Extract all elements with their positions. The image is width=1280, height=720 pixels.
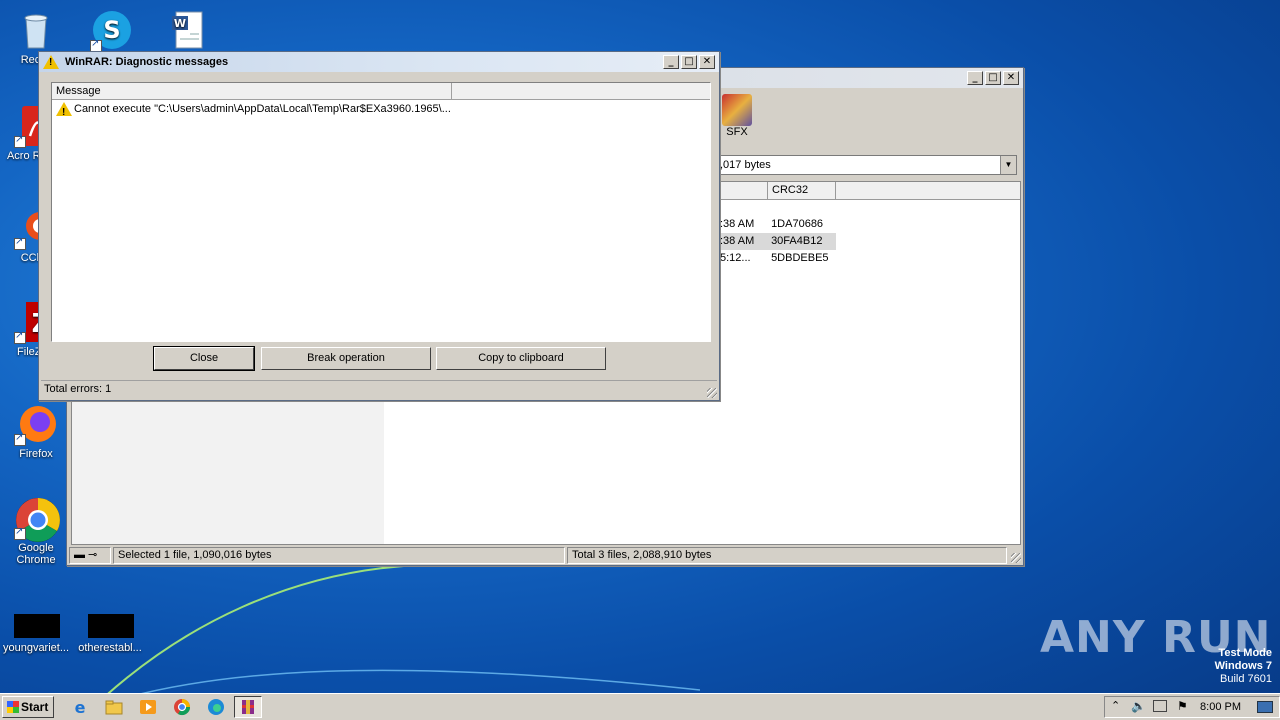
break-operation-button[interactable]: Break operation (261, 347, 431, 370)
clock[interactable]: 8:00 PM (1200, 697, 1241, 717)
flag-icon[interactable]: ⚑ (1177, 699, 1188, 713)
desktop-icon-label: otherestabl... (78, 642, 142, 654)
close-button[interactable]: Close (153, 346, 255, 371)
column-header-message[interactable]: Message (52, 83, 452, 99)
cell-time: :38 AM (720, 218, 755, 230)
sfx-label: SFX (726, 126, 748, 138)
desktop-icon-firefox[interactable]: Firefox (0, 402, 72, 460)
svg-text:S: S (103, 16, 120, 44)
maximize-button[interactable]: □ (681, 55, 697, 69)
cell-crc: 30FA4B12 (771, 235, 823, 247)
speaker-icon[interactable]: 🔈 (1131, 699, 1146, 713)
shortcut-arrow-icon (14, 526, 26, 540)
network-icon[interactable] (1153, 700, 1167, 712)
winrar-icon (242, 700, 254, 714)
recycle-bin-icon (14, 8, 58, 52)
test-mode-watermark: Test Mode Windows 7 Build 7601 (1215, 647, 1272, 686)
message-row[interactable]: Cannot execute "C:\Users\admin\AppData\L… (52, 100, 710, 122)
ie-icon[interactable]: e (70, 698, 90, 717)
resize-grip-icon[interactable] (707, 388, 717, 398)
dialog-status: Total errors: 1 (41, 380, 717, 398)
table-row[interactable]: 5:12... 5DBDEBE5 (720, 250, 836, 267)
show-desktop-icon[interactable] (1257, 701, 1273, 713)
warning-icon (43, 55, 59, 69)
desktop-icon-file-youngvariet[interactable]: youngvariet... (0, 614, 72, 654)
shortcut-arrow-icon (14, 134, 26, 148)
file-icon (88, 614, 134, 640)
desktop-icon-label: youngvariet... (2, 642, 70, 654)
column-header-blank (836, 182, 1020, 200)
close-button[interactable]: ✕ (1003, 71, 1019, 85)
windows-logo-icon (7, 701, 19, 713)
path-combobox[interactable]: ,017 bytes ▼ (715, 155, 1017, 175)
desktop-icon-label: Google Chrome (16, 542, 56, 566)
chrome-icon (14, 496, 60, 542)
chevron-up-icon[interactable]: ⌃ (1111, 699, 1120, 712)
column-header-crc32[interactable]: CRC32 (768, 182, 836, 200)
column-header-modified[interactable] (720, 182, 768, 200)
watermark-line2: Windows 7 (1214, 660, 1272, 672)
edge-icon[interactable] (206, 698, 226, 716)
skype-icon: S (90, 8, 134, 52)
word-document-icon: W (166, 8, 210, 52)
message-text: Cannot execute "C:\Users\admin\AppData\L… (74, 103, 451, 115)
dialog-titlebar[interactable]: WinRAR: Diagnostic messages _ □ ✕ (39, 52, 719, 72)
firefox-icon (14, 402, 58, 446)
dialog-title: WinRAR: Diagnostic messages (65, 56, 229, 68)
watermark-line3: Build 7601 (1220, 673, 1272, 685)
cell-time: :38 AM (720, 235, 755, 247)
warning-icon (56, 102, 72, 122)
explorer-icon[interactable] (104, 698, 124, 716)
watermark-line1: Test Mode (1218, 647, 1272, 659)
toolbar-sfx-button[interactable]: SFX (717, 94, 757, 138)
system-tray: ⌃ 🔈 ⚑ 8:00 PM (1104, 696, 1280, 718)
cell-time: 5:12... (720, 252, 751, 264)
svg-text:e: e (75, 698, 86, 716)
desktop-icon-skype[interactable]: S (76, 8, 148, 54)
copy-to-clipboard-button[interactable]: Copy to clipboard (436, 347, 606, 370)
close-window-button[interactable]: ✕ (699, 55, 715, 69)
table-row[interactable]: :38 AM 1DA70686 (720, 216, 836, 233)
path-text: ,017 bytes (720, 159, 771, 171)
drive-icon[interactable]: ▬ ⊸ (69, 547, 111, 564)
resize-grip-icon[interactable] (1011, 553, 1021, 563)
svg-text:W: W (174, 17, 186, 30)
desktop-icon-word-document[interactable]: W (152, 8, 224, 54)
shortcut-arrow-icon (14, 432, 26, 446)
minimize-button[interactable]: _ (967, 71, 983, 85)
cell-crc: 5DBDEBE5 (771, 252, 829, 264)
shortcut-arrow-icon (14, 236, 26, 250)
cell-crc: 1DA70686 (771, 218, 824, 230)
maximize-button[interactable]: □ (985, 71, 1001, 85)
desktop-icon-file-otherestabl[interactable]: otherestabl... (74, 614, 146, 654)
message-list[interactable]: Message Cannot execute "C:\Users\admin\A… (51, 82, 711, 342)
taskbar: Start e ⌃ 🔈 ⚑ 8:00 PM (0, 693, 1280, 720)
desktop-icon-chrome[interactable]: Google Chrome (0, 496, 72, 566)
chrome-icon[interactable] (172, 698, 192, 716)
start-label: Start (21, 700, 49, 714)
desktop-icon-label: Firefox (19, 448, 53, 460)
media-player-icon[interactable] (138, 698, 158, 716)
table-row-selected[interactable]: :38 AM 30FA4B12 (720, 233, 836, 250)
status-total: Total 3 files, 2,088,910 bytes (567, 547, 1007, 564)
sfx-icon (722, 94, 752, 126)
shortcut-arrow-icon (14, 330, 26, 344)
winrar-taskbar-button[interactable] (234, 696, 262, 718)
winrar-statusbar: ▬ ⊸ Selected 1 file, 1,090,016 bytes Tot… (67, 545, 1023, 565)
diagnostic-messages-dialog[interactable]: WinRAR: Diagnostic messages _ □ ✕ Messag… (38, 51, 720, 401)
file-icon (14, 614, 60, 640)
status-selected: Selected 1 file, 1,090,016 bytes (113, 547, 565, 564)
chevron-down-icon[interactable]: ▼ (1000, 156, 1016, 174)
start-button[interactable]: Start (2, 696, 54, 718)
minimize-button[interactable]: _ (663, 55, 679, 69)
